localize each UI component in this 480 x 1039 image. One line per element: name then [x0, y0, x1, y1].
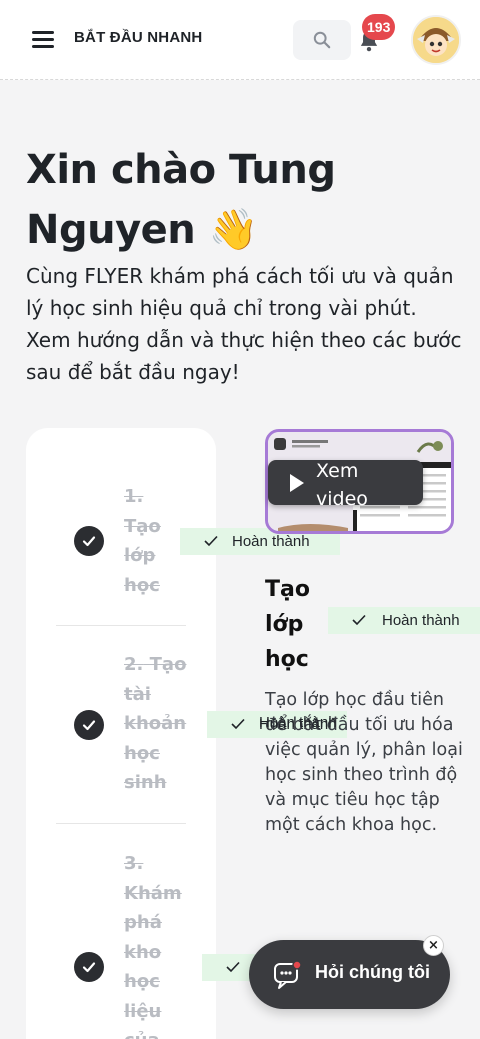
greeting-title: Xin chào Tung Nguyen 👋 — [26, 147, 336, 253]
check-icon — [231, 718, 245, 730]
watch-video-button[interactable]: Xem video — [268, 460, 423, 510]
ask-us-label: Hỏi chúng tôi — [315, 962, 430, 982]
divider — [56, 823, 186, 824]
wave-emoji: 👋 — [208, 207, 259, 253]
step-detail-description: Tạo lớp học đầu tiên để bắt đầu tối ưu h… — [265, 690, 463, 835]
check-icon — [74, 526, 104, 556]
step-detail-title: Tạo lớp học — [265, 577, 310, 672]
status-badge: Hoàn thành — [328, 607, 480, 634]
menu-icon[interactable] — [32, 29, 56, 49]
step-label: Tạo lớp học — [124, 515, 161, 596]
status-badge-label: Hoàn thành — [259, 714, 337, 731]
close-icon[interactable]: × — [423, 935, 444, 956]
divider — [56, 625, 186, 626]
search-button[interactable] — [293, 20, 351, 60]
ask-us-chat-button[interactable]: Hỏi chúng tôi — [249, 940, 450, 1009]
check-icon — [352, 614, 366, 626]
watch-video-label: Xem video — [316, 460, 368, 510]
step-number: 1. — [124, 486, 144, 507]
avatar[interactable] — [411, 15, 461, 65]
top-header: BẮT ĐẦU NHANH 193 — [0, 0, 480, 80]
play-icon — [290, 474, 304, 492]
step-label: Khám phá kho học liệu của — [124, 882, 182, 1039]
search-icon — [313, 31, 331, 49]
step-number: 3. — [124, 853, 144, 874]
check-icon — [204, 535, 218, 547]
page-title: BẮT ĐẦU NHANH — [74, 29, 203, 46]
check-icon — [74, 710, 104, 740]
steps-card: 1. Tạo lớp học 2. Tạo tài khoản học sinh… — [26, 428, 216, 1039]
check-icon — [74, 952, 104, 982]
step-number: 2. — [124, 654, 144, 675]
check-icon — [226, 961, 240, 973]
notification-badge: 193 — [362, 14, 396, 40]
chat-icon — [274, 960, 302, 989]
intro-text: Cùng FLYER khám phá cách tối ưu và quản … — [26, 264, 462, 384]
